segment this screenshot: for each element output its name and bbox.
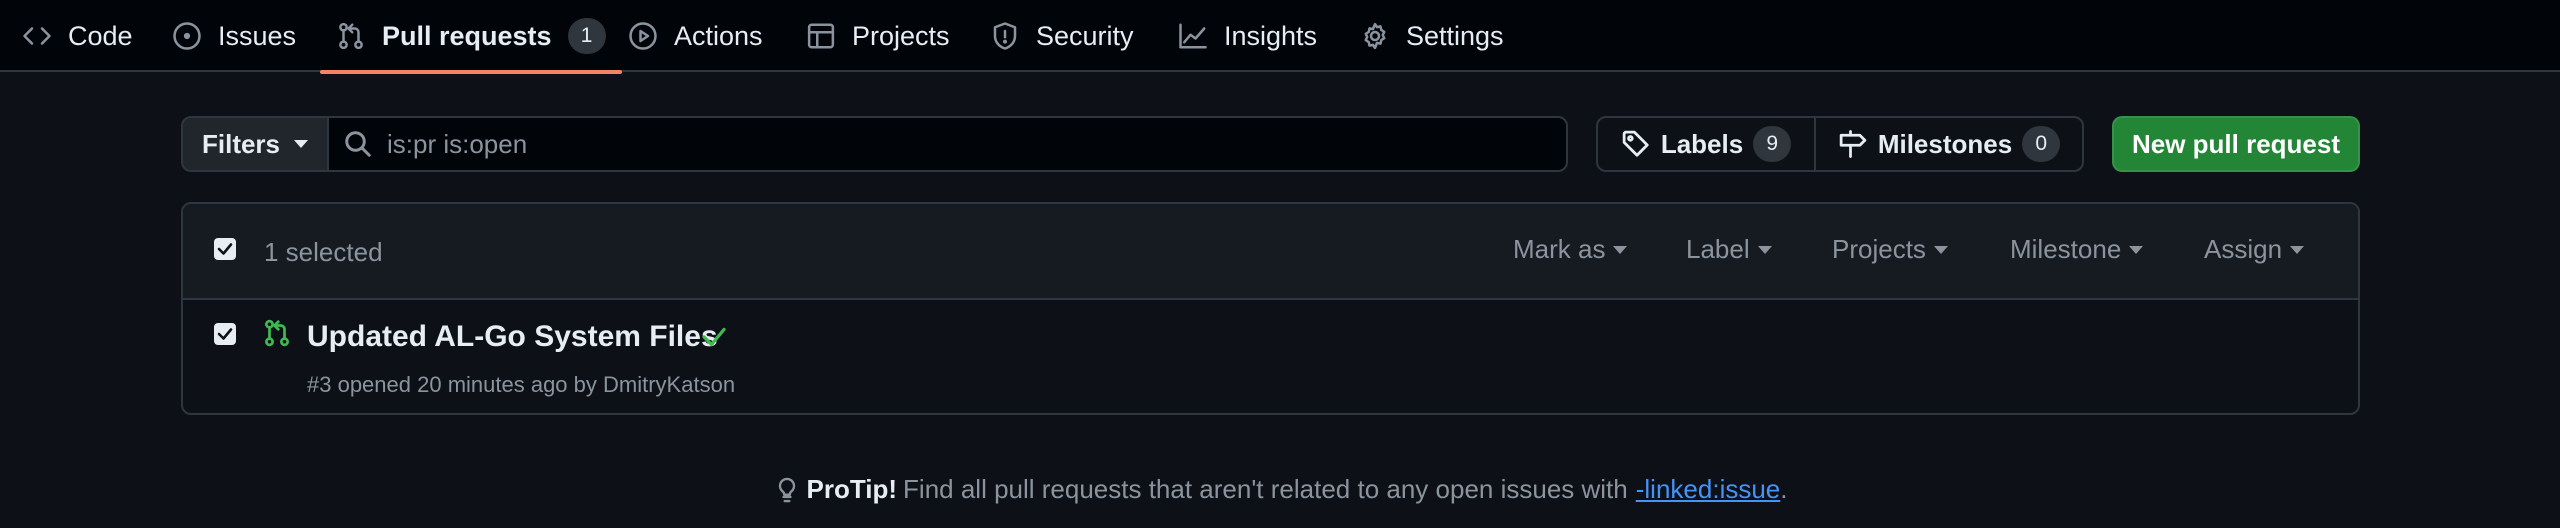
tab-security[interactable]: Security <box>990 0 1134 72</box>
selected-count: 1 selected <box>264 237 383 267</box>
repo-nav: Code Issues Pull requests 1 Actions Proj… <box>0 0 2560 74</box>
tab-pull-requests[interactable]: Pull requests 1 <box>320 0 622 74</box>
tab-insights-label: Insights <box>1224 20 1318 51</box>
labels-label: Labels <box>1660 128 1744 159</box>
tab-issues[interactable]: Issues <box>172 0 296 72</box>
chevron-down-icon <box>1757 245 1772 254</box>
pr-meta: #3 opened 20 minutes ago by DmitryKatson <box>307 372 735 398</box>
tab-projects-label: Projects <box>852 20 950 51</box>
graph-icon <box>1179 23 1207 49</box>
milestone-menu[interactable]: Milestone <box>2010 234 2144 265</box>
projects-menu[interactable]: Projects <box>1832 234 1948 265</box>
chevron-down-icon <box>2129 245 2144 254</box>
tab-actions-label: Actions <box>674 20 763 51</box>
check-icon <box>217 328 233 340</box>
projects-menu-label: Projects <box>1832 234 1926 264</box>
pr-title-link[interactable]: Updated AL-Go System Files <box>307 320 718 354</box>
labels-count: 9 <box>1753 126 1792 162</box>
protip: ProTip! Find all pull requests that aren… <box>0 474 2560 505</box>
tab-code-label: Code <box>68 20 133 51</box>
check-icon[interactable] <box>699 322 729 352</box>
pull-request-icon <box>339 22 363 50</box>
tab-issues-label: Issues <box>218 20 297 51</box>
gear-icon <box>1364 22 1386 50</box>
tab-insights[interactable]: Insights <box>1178 0 1317 72</box>
light-bulb-icon <box>778 477 795 502</box>
row-checkbox[interactable] <box>214 323 236 345</box>
milestones-count: 0 <box>2022 126 2061 162</box>
chevron-down-icon <box>2290 245 2305 254</box>
pull-requests-count: 1 <box>567 18 606 54</box>
protip-text: Find all pull requests that aren't relat… <box>903 474 1628 504</box>
search-input[interactable] <box>387 128 1566 160</box>
chevron-down-icon <box>1933 245 1948 254</box>
assign-menu-label: Assign <box>2204 234 2283 264</box>
pr-meta-text: #3 opened 20 minutes ago by <box>307 372 604 397</box>
issue-icon <box>173 22 201 50</box>
mark-as-label: Mark as <box>1513 234 1606 264</box>
check-icon <box>217 243 233 255</box>
tab-actions[interactable]: Actions <box>628 0 763 72</box>
chevron-down-icon <box>294 140 309 148</box>
list-header: 1 selected Mark as Label Projects Milest… <box>183 204 2358 300</box>
filters-button[interactable]: Filters <box>181 116 329 172</box>
author-link[interactable]: DmitryKatson <box>603 372 735 397</box>
tab-settings-label: Settings <box>1406 20 1504 51</box>
open-pull-request-icon <box>265 319 289 347</box>
new-pull-request-button[interactable]: New pull request <box>2112 116 2360 172</box>
mark-as-menu[interactable]: Mark as <box>1513 234 1628 265</box>
tab-security-label: Security <box>1036 20 1134 51</box>
pull-request-list: 1 selected Mark as Label Projects Milest… <box>181 202 2360 415</box>
milestone-icon <box>1839 130 1867 158</box>
filters-label: Filters <box>201 128 281 159</box>
labels-button[interactable]: Labels 9 <box>1596 116 1816 172</box>
code-icon <box>23 27 51 45</box>
label-menu-label: Label <box>1686 234 1750 264</box>
milestones-label: Milestones <box>1877 128 2013 159</box>
list-item: Updated AL-Go System Files #3 opened 20 … <box>183 300 2358 413</box>
search-box <box>327 116 1568 172</box>
tag-icon <box>1622 130 1649 157</box>
chevron-down-icon <box>1613 245 1628 254</box>
milestone-menu-label: Milestone <box>2010 234 2122 264</box>
play-icon <box>629 22 657 50</box>
active-tab-underline <box>320 70 622 74</box>
protip-suffix: . <box>1780 474 1788 504</box>
assign-menu[interactable]: Assign <box>2204 234 2305 265</box>
table-icon <box>807 23 835 49</box>
tab-settings[interactable]: Settings <box>1360 0 1504 72</box>
label-menu[interactable]: Label <box>1686 234 1772 265</box>
tab-code[interactable]: Code <box>22 0 133 72</box>
search-icon <box>345 131 371 157</box>
tab-projects[interactable]: Projects <box>806 0 950 72</box>
protip-label: ProTip! <box>806 474 898 504</box>
tab-pull-requests-label: Pull requests <box>382 20 552 51</box>
shield-icon <box>993 22 1017 50</box>
select-all-checkbox[interactable] <box>214 238 236 260</box>
milestones-button[interactable]: Milestones 0 <box>1814 116 2084 172</box>
protip-link[interactable]: -linked:issue <box>1636 474 1781 504</box>
